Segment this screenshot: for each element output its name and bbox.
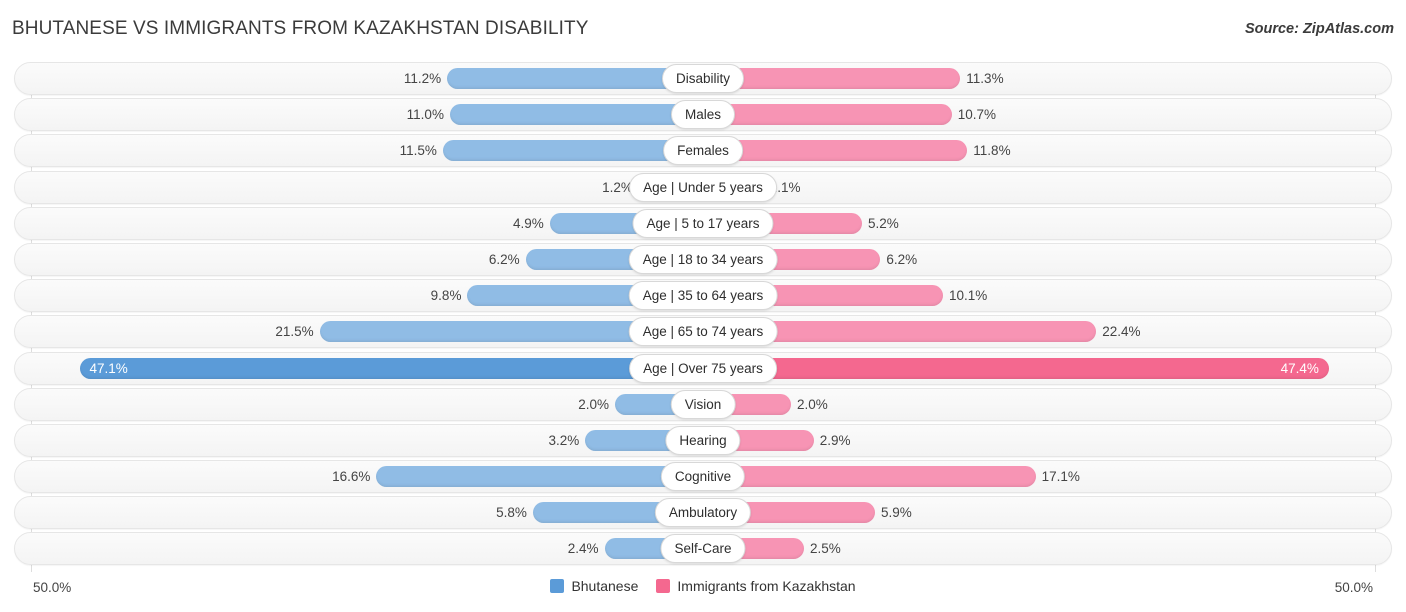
table-row: 4.9% 5.2% Age | 5 to 17 years: [0, 206, 1406, 240]
value-label-bhutanese: 11.0%: [406, 107, 444, 123]
value-label-bhutanese: 2.0%: [578, 396, 610, 412]
legend-swatch-icon: [550, 579, 565, 593]
table-row: 1.2% 1.1% Age | Under 5 years: [0, 170, 1406, 204]
value-label-bhutanese: 11.5%: [399, 143, 437, 159]
category-label: Age | Under 5 years: [629, 172, 777, 202]
value-label-bhutanese: 21.5%: [275, 324, 314, 340]
bar-immigrants-from-kazakhstan: [703, 466, 1036, 488]
value-label-immigrants-from-kazakhstan: 6.2%: [886, 251, 918, 267]
value-label-immigrants-from-kazakhstan: 10.7%: [957, 107, 997, 123]
page-title: BHUTANESE VS IMMIGRANTS FROM KAZAKHSTAN …: [12, 18, 589, 39]
category-label: Hearing: [665, 425, 741, 455]
category-label: Vision: [670, 389, 736, 419]
category-label: Ambulatory: [654, 498, 752, 528]
table-row: 2.4% 2.5% Self-Care: [0, 532, 1406, 566]
value-label-immigrants-from-kazakhstan: 5.2%: [868, 215, 899, 231]
table-row: 5.8% 5.9% Ambulatory: [0, 496, 1406, 530]
category-label: Cognitive: [660, 462, 746, 492]
value-label-bhutanese: 3.2%: [548, 432, 580, 448]
value-label-immigrants-from-kazakhstan: 10.1%: [949, 288, 988, 304]
value-label-bhutanese: 5.8%: [496, 505, 527, 521]
table-row: 11.0% 10.7% Males: [0, 98, 1406, 132]
category-label: Disability: [661, 64, 745, 93]
chart-rows: 11.2% 11.3% Disability 11.0% 10.7% Males 11.5%…: [0, 62, 1406, 569]
value-label-bhutanese: 11.2%: [403, 71, 442, 86]
legend-label: Immigrants from Kazakhstan: [677, 578, 856, 594]
category-label: Age | 65 to 74 years: [628, 317, 778, 347]
legend-label: Bhutanese: [571, 578, 639, 594]
value-label-bhutanese: 6.2%: [488, 251, 520, 267]
table-row: 21.5% 22.4% Age | 65 to 74 years: [0, 315, 1406, 349]
value-label-immigrants-from-kazakhstan: 17.1%: [1041, 469, 1080, 485]
category-label: Age | 35 to 64 years: [628, 281, 778, 311]
chart-legend: Bhutanese Immigrants from Kazakhstan: [0, 578, 1406, 594]
category-label: Age | Over 75 years: [629, 353, 777, 383]
table-row: 47.1% 47.4% Age | Over 75 years: [0, 351, 1406, 385]
legend-item[interactable]: Bhutanese: [550, 578, 638, 594]
chart-plot-area: 11.2% 11.3% Disability 11.0% 10.7% Males 11.5%…: [0, 62, 1406, 572]
value-label-immigrants-from-kazakhstan: 2.0%: [796, 396, 828, 412]
value-label-immigrants-from-kazakhstan: 2.9%: [819, 432, 851, 448]
source-attribution: Source: ZipAtlas.com: [1244, 21, 1394, 37]
bar-bhutanese: [376, 466, 703, 488]
value-label-bhutanese: 2.4%: [567, 541, 599, 557]
value-label-immigrants-from-kazakhstan: 5.9%: [880, 505, 912, 521]
category-label: Age | 18 to 34 years: [628, 244, 778, 274]
table-row: 16.6% 17.1% Cognitive: [0, 460, 1406, 494]
value-label-immigrants-from-kazakhstan: 47.4%: [1280, 360, 1319, 376]
value-label-immigrants-from-kazakhstan: 11.3%: [966, 71, 1004, 86]
category-label: Age | 5 to 17 years: [632, 208, 774, 238]
value-label-immigrants-from-kazakhstan: 11.8%: [973, 143, 1011, 159]
bar-immigrants-from-kazakhstan: [703, 357, 1329, 379]
value-label-bhutanese: 9.8%: [430, 288, 462, 304]
table-row: 11.5% 11.8% Females: [0, 134, 1406, 168]
chart-footer: 50.0% 50.0% Bhutanese Immigrants from Kaz…: [0, 576, 1406, 606]
category-label: Males: [670, 100, 736, 130]
table-row: 2.0% 2.0% Vision: [0, 387, 1406, 421]
bar-bhutanese: [79, 357, 703, 379]
legend-swatch-icon: [656, 579, 671, 593]
value-label-immigrants-from-kazakhstan: 22.4%: [1102, 324, 1141, 340]
bar-bhutanese: [449, 104, 703, 126]
value-label-bhutanese: 47.1%: [89, 360, 128, 376]
value-label-bhutanese: 16.6%: [332, 469, 371, 485]
legend-item[interactable]: Immigrants from Kazakhstan: [656, 578, 856, 594]
value-label-bhutanese: 4.9%: [512, 215, 544, 231]
table-row: 11.2% 11.3% Disability: [0, 62, 1406, 95]
bar-immigrants-from-kazakhstan: [703, 104, 952, 126]
category-label: Females: [663, 136, 743, 166]
chart-header: BHUTANESE VS IMMIGRANTS FROM KAZAKHSTAN …: [0, 0, 1406, 56]
category-label: Self-Care: [660, 534, 746, 564]
table-row: 6.2% 6.2% Age | 18 to 34 years: [0, 242, 1406, 276]
table-row: 3.2% 2.9% Hearing: [0, 423, 1406, 457]
value-label-immigrants-from-kazakhstan: 2.5%: [809, 541, 841, 557]
table-row: 9.8% 10.1% Age | 35 to 64 years: [0, 279, 1406, 313]
